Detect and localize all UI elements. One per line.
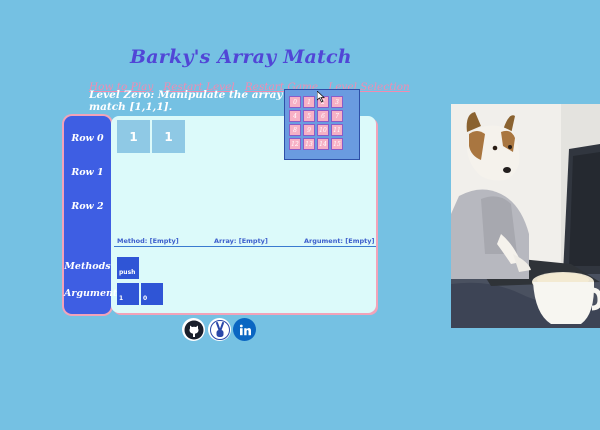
methods-label: Methods <box>64 261 111 272</box>
argument-status: Argument: [Empty] <box>304 237 375 245</box>
level-button[interactable]: 4 <box>289 110 301 122</box>
level-button[interactable]: 7 <box>331 110 343 122</box>
level-button[interactable]: 11 <box>331 124 343 136</box>
peace-sign-icon <box>209 319 230 340</box>
dog-at-laptop-image <box>451 104 600 328</box>
level-button[interactable]: 8 <box>289 124 301 136</box>
array-cell[interactable]: 1 <box>117 120 150 153</box>
level-button[interactable]: 12 <box>289 138 301 150</box>
level-button[interactable]: 6 <box>317 110 329 122</box>
level-button[interactable]: 0 <box>289 96 301 108</box>
level-button[interactable]: 9 <box>303 124 315 136</box>
method-status: Method: [Empty] <box>117 237 179 245</box>
dog-photo <box>451 104 600 328</box>
linkedin-link[interactable] <box>233 318 256 341</box>
level-button[interactable]: 5 <box>303 110 315 122</box>
array-cell[interactable]: 1 <box>152 120 185 153</box>
github-link[interactable] <box>182 318 205 341</box>
row-0-button[interactable]: Row 0 <box>64 133 111 144</box>
method-label: push <box>119 269 136 276</box>
github-icon <box>184 320 203 339</box>
row-1-button[interactable]: Row 1 <box>64 167 111 178</box>
argument-button[interactable]: 0 <box>141 283 163 305</box>
level-button[interactable]: 13 <box>303 138 315 150</box>
level-button[interactable]: 1 <box>303 96 315 108</box>
linkedin-icon <box>239 324 251 335</box>
array-status: Array: [Empty] <box>214 237 268 245</box>
row-2-button[interactable]: Row 2 <box>64 201 111 212</box>
argument-label: 0 <box>143 295 148 302</box>
level-button[interactable]: 15 <box>331 138 343 150</box>
mouse-cursor-icon <box>317 91 325 103</box>
level-button[interactable]: 14 <box>317 138 329 150</box>
game-title: Barky's Array Match <box>130 46 352 68</box>
level-button[interactable]: 3 <box>331 96 343 108</box>
peace-link[interactable] <box>208 318 231 341</box>
level-button[interactable]: 10 <box>317 124 329 136</box>
divider <box>114 246 376 247</box>
argument-label: 1 <box>119 295 124 302</box>
method-push-button[interactable]: push <box>117 257 139 279</box>
argument-button[interactable]: 1 <box>117 283 139 305</box>
arguments-label: Arguments <box>64 288 123 299</box>
side-panel <box>64 116 111 314</box>
